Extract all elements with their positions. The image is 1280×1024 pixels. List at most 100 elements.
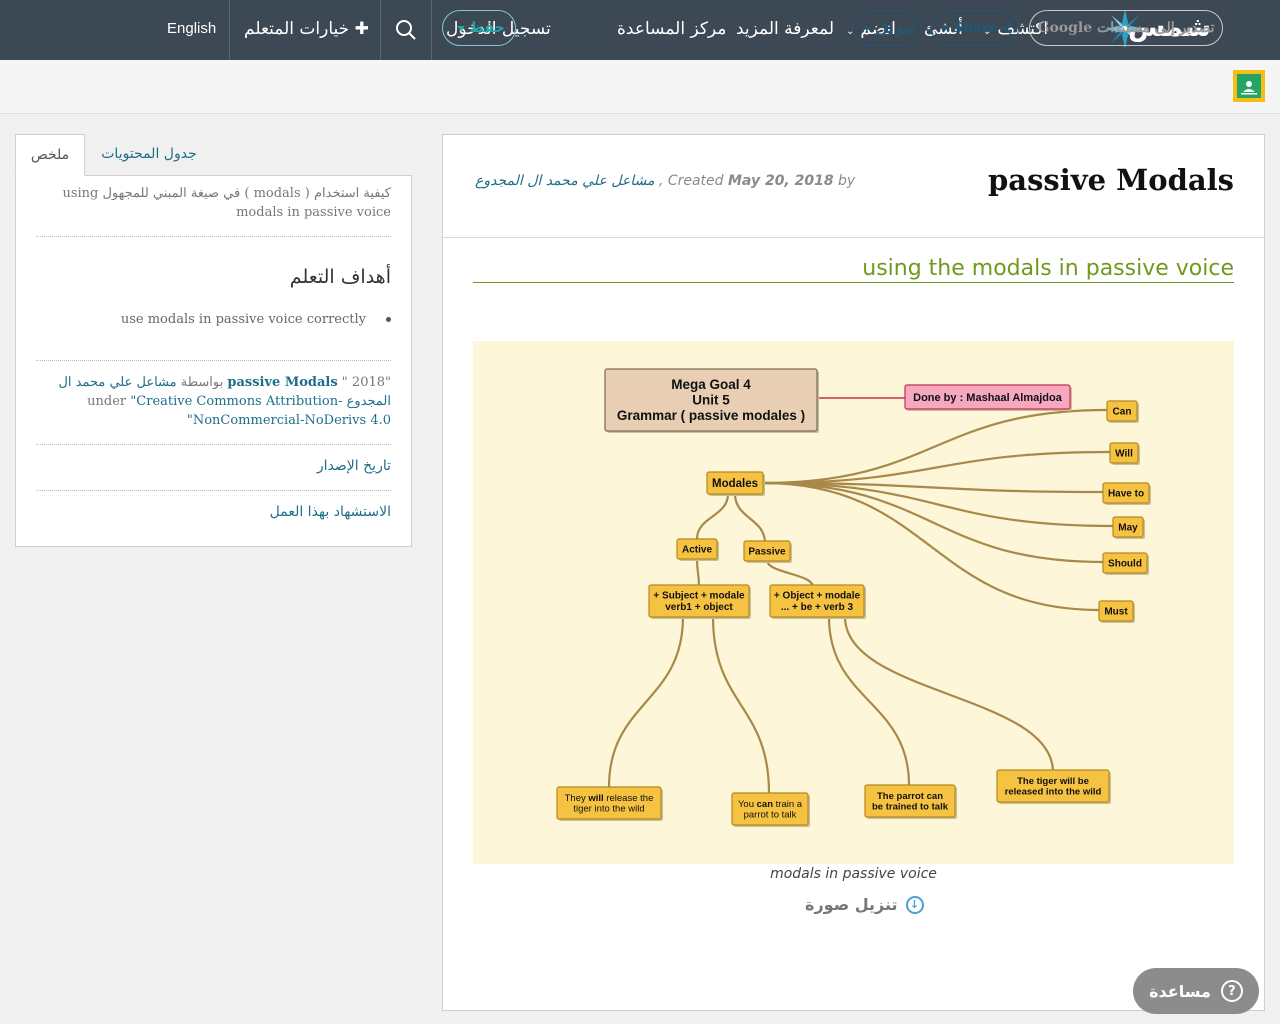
mindmap-modal-node-0-text: Can	[1113, 406, 1132, 417]
help-button[interactable]: ? مساعدة	[1133, 968, 1259, 1014]
learning-objectives-heading: أهداف التعلم	[289, 266, 391, 288]
tab-summary[interactable]: ملخص	[15, 134, 85, 176]
mindmap-modal-node-2-text: Have to	[1108, 488, 1144, 499]
mindmap-passive-node-text: Passive	[748, 546, 786, 557]
summary-sidebar: كيفية استخدام ( modals ) في صيغة المبني …	[15, 175, 412, 547]
license-attribution: "2018 " passive Modals بواسطة مشاعل علي …	[35, 373, 391, 430]
mindmap-active-rule-node-text: verb1 + object	[665, 602, 733, 613]
mindmap-image: Mega Goal 4Unit 5Grammar ( passive modal…	[473, 341, 1234, 864]
mindmap-modal-node-2: Have to	[1102, 482, 1151, 505]
mindmap-modal-node-3-text: May	[1118, 522, 1138, 533]
nav-help-center-label: مركز المساعدة	[617, 19, 727, 39]
mindmap-example-node-1-text-span: train a	[773, 799, 803, 810]
mindmap-example-node-3-text-span: The tiger	[1017, 776, 1060, 787]
mindmap-modal-node-5-text: Must	[1104, 606, 1128, 617]
mindmap-example-node-2-text: be trained to talk	[872, 802, 949, 813]
mindmap-example-node-0-text-span: will	[587, 793, 603, 804]
mindmap-root-node-text: Unit 5	[692, 393, 730, 408]
google-classroom-icon-inner	[1237, 74, 1261, 98]
nav-language-label: English	[167, 20, 217, 37]
sidebar-divider	[36, 444, 391, 445]
mindmap-root-node-text: Grammar ( passive modales )	[617, 408, 805, 423]
license-title: passive Modals	[227, 375, 338, 390]
share-button[interactable]: Share	[931, 10, 1019, 46]
bullet-icon	[386, 317, 391, 322]
tab-summary-label: ملخص	[30, 147, 70, 163]
nav-divider	[380, 0, 381, 60]
document-content: passive Modals مشاعل علي محمد ال المجدوع…	[442, 134, 1265, 1011]
license-by: بواسطة	[180, 375, 224, 390]
section-title: using the modals in passive voice	[473, 257, 1234, 283]
document-toolbar	[0, 60, 1280, 114]
mindmap-root-node: Mega Goal 4Unit 5Grammar ( passive modal…	[604, 368, 819, 433]
tab-toc-label: جدول المحتويات	[101, 146, 197, 162]
nav-learn-more[interactable]: لمعرفة المزيد	[736, 0, 834, 60]
nav-learn-more-label: لمعرفة المزيد	[736, 19, 834, 39]
mindmap-modal-node-1: Will	[1109, 442, 1140, 465]
mindmap-example-node-1-text: You can train a	[738, 799, 803, 810]
caret-down-icon	[862, 25, 871, 31]
mindmap-figure: Mega Goal 4 Unit 5 Grammar ( passive modal…	[473, 341, 1234, 864]
mindmap-example-node-3-text: released into the wild	[1005, 787, 1102, 798]
save-button[interactable]: حفظ	[442, 10, 516, 46]
mindmap-example-node-0: They will release thetiger into the wild	[556, 786, 663, 821]
document-header: passive Modals مشاعل علي محمد ال المجدوع…	[443, 135, 1264, 238]
tab-table-of-contents[interactable]: جدول المحتويات	[93, 134, 205, 176]
download-arrow-icon: ↓	[905, 895, 924, 914]
nav-help-center[interactable]: مركز المساعدة	[617, 0, 726, 60]
mindmap-example-node-3-text-span: be	[1075, 776, 1089, 787]
download-button[interactable]: تنزيل	[852, 10, 922, 46]
export-google-docs-button[interactable]: تصدير إلى مستندات Google	[1029, 10, 1223, 46]
page-title: passive Modals	[988, 163, 1234, 197]
mindmap-active-rule-node: Subject + modale +verb1 + object	[648, 584, 751, 619]
mindmap-example-node-1-text: parrot to talk	[744, 810, 797, 821]
mindmap-author-node-text: Done by : Mashaal Almajdoa	[913, 392, 1063, 404]
nav-learner-options[interactable]: ✚ خيارات المتعلم	[244, 0, 369, 60]
sidebar-divider	[36, 490, 391, 491]
export-google-docs-label: تصدير إلى مستندات Google	[1037, 20, 1215, 36]
google-classroom-icon[interactable]	[1233, 70, 1265, 102]
mindmap-passive-rule-node: Object + modale +be + verb 3 + ...	[769, 584, 866, 619]
mindmap-passive-node: Passive	[743, 540, 792, 563]
mindmap-modal-node-5: Must	[1098, 600, 1135, 623]
nav-divider	[431, 0, 432, 60]
document-meta: مشاعل علي محمد ال المجدوع , Created May …	[475, 173, 855, 189]
search-icon	[396, 20, 416, 40]
mindmap-example-node-0-text-span: release the	[604, 793, 654, 804]
mindmap-hub-node: Modales	[706, 471, 765, 496]
meta-created-label: , Created	[658, 173, 724, 189]
sidebar-divider	[36, 236, 391, 237]
mindmap-passive-rule-node-text: Object + modale +	[774, 591, 861, 602]
mindmap-example-node-3: The tiger will bereleased into the wild	[996, 769, 1111, 804]
learning-objective-text: use modals in passive voice correctly	[120, 312, 366, 327]
learning-objective-item: use modals in passive voice correctly	[121, 312, 391, 327]
mindmap-modal-node-4-text: Should	[1108, 558, 1142, 569]
mindmap-example-node-1-text-span: You	[738, 799, 757, 810]
question-mark-icon: ?	[1220, 980, 1243, 1002]
nav-search-button[interactable]	[381, 0, 431, 60]
download-image-link[interactable]: ↓ تنزيل صورة	[805, 895, 924, 914]
mindmap-author-node: Done by : Mashaal Almajdoa	[904, 384, 1072, 411]
mindmap-example-node-0-text: They will release the	[565, 793, 654, 804]
mindmap-modal-node-0: Can	[1106, 400, 1139, 423]
meta-date: May 20, 2018	[728, 173, 834, 189]
summary-description: كيفية استخدام ( modals ) في صيغة المبني …	[62, 186, 391, 220]
mindmap-example-node-0-text-span: They	[565, 793, 589, 804]
caret-down-icon	[457, 25, 466, 31]
mindmap-example-node-0-text-span: tiger into the wild	[573, 804, 644, 815]
caret-down-icon	[940, 25, 949, 31]
mindmap-example-node-3-text: The tiger will be	[1017, 776, 1089, 787]
mindmap-passive-rule-node-text: be + verb 3 + ...	[781, 602, 854, 613]
download-label: تنزيل	[874, 19, 916, 37]
nav-language-toggle[interactable]: English	[167, 0, 216, 60]
mindmap-modal-node-3: May	[1112, 516, 1145, 539]
author-link[interactable]: مشاعل علي محمد ال المجدوع	[475, 173, 654, 189]
nav-divider	[229, 0, 230, 60]
nav-learner-options-label: خيارات المتعلم	[244, 19, 350, 39]
mindmap-active-node-text: Active	[682, 544, 712, 555]
figure-caption: modals in passive voice	[770, 866, 937, 882]
version-date-link[interactable]: تاريخ الإصدار	[317, 458, 391, 474]
cite-this-work-link[interactable]: الاستشهاد بهذا العمل	[270, 504, 391, 520]
save-label: حفظ	[469, 20, 505, 36]
mindmap-example-node-0-text: tiger into the wild	[573, 804, 644, 815]
